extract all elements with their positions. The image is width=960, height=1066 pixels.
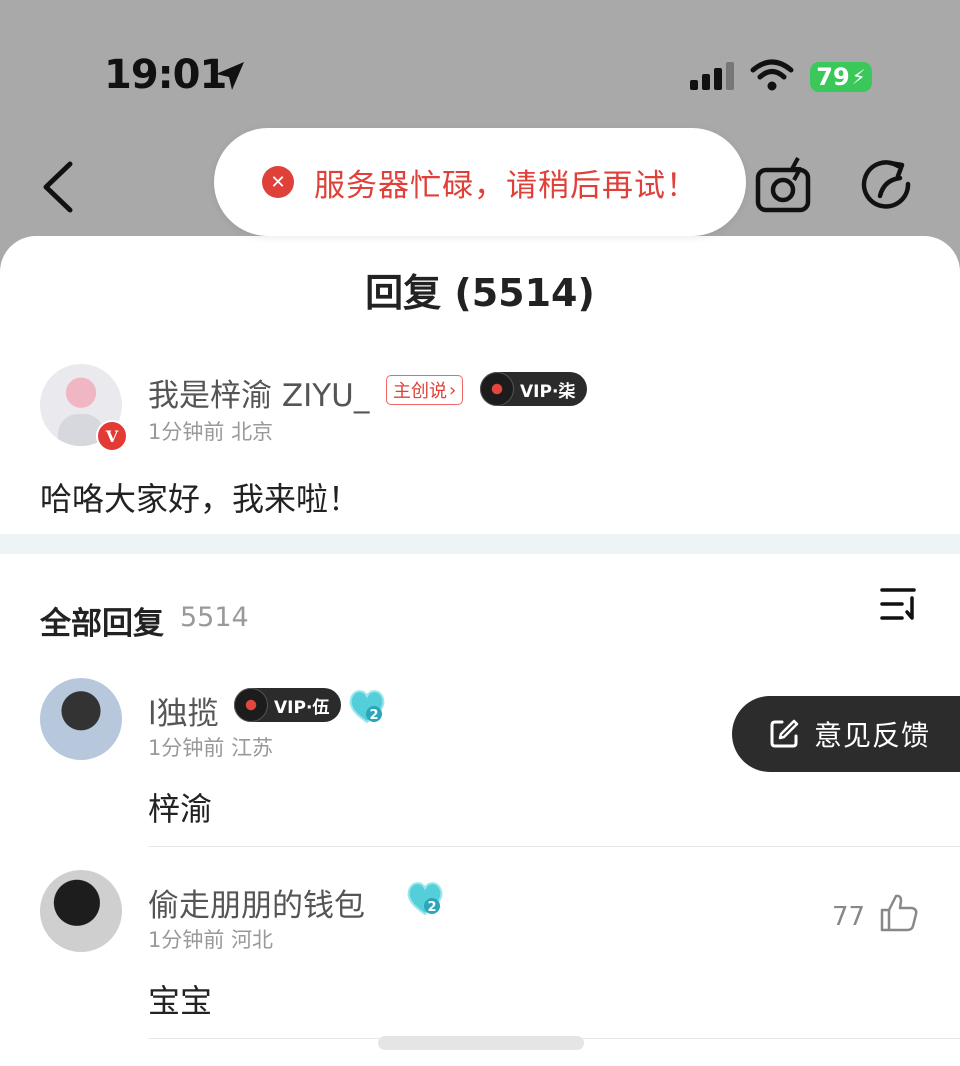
sort-icon[interactable] xyxy=(878,584,922,624)
toast-message: 服务器忙碌，请稍后再试！ xyxy=(314,167,698,204)
avatar[interactable] xyxy=(40,678,122,760)
post-meta: 1分钟前 北京 xyxy=(148,416,273,446)
row-divider xyxy=(148,846,960,847)
thumbs-up-icon[interactable] xyxy=(878,892,920,934)
vinyl-disc-icon xyxy=(234,688,268,722)
creator-tag[interactable]: 主创说 › xyxy=(386,375,464,405)
fan-level-heart-icon: 2 xyxy=(407,882,443,916)
cellular-signal-icon xyxy=(690,62,734,90)
battery-indicator: 79 ⚡ xyxy=(810,62,872,92)
avatar[interactable] xyxy=(40,870,122,952)
camera-icon[interactable] xyxy=(754,156,814,214)
post-time: 1分钟前 xyxy=(148,420,225,444)
error-icon: ✕ xyxy=(262,166,294,198)
feedback-button[interactable]: 意见反馈 xyxy=(732,696,960,772)
vinyl-disc-icon xyxy=(480,372,514,406)
feedback-label: 意见反馈 xyxy=(814,719,931,752)
reply-content: 宝宝 xyxy=(148,982,213,1020)
vip-badge: VIP·柒 xyxy=(480,372,588,406)
reply-location: 河北 xyxy=(231,928,274,952)
all-replies-label: 全部回复 xyxy=(40,606,164,642)
battery-level: 79 xyxy=(816,63,850,91)
error-toast: ✕ 服务器忙碌，请稍后再试！ xyxy=(214,128,746,236)
fan-level-heart-icon: 2 xyxy=(349,690,385,724)
fan-level-number: 2 xyxy=(427,900,436,915)
verified-badge: V xyxy=(96,420,128,452)
charging-bolt-icon: ⚡ xyxy=(851,65,866,89)
creator-tag-label: 主创说 xyxy=(393,381,447,402)
location-arrow-icon xyxy=(216,62,244,90)
reply-author[interactable]: l独揽 xyxy=(148,688,219,733)
reply-author[interactable]: 偷走朋朋的钱包 xyxy=(148,880,365,925)
vip-badge: VIP·伍 xyxy=(234,688,342,722)
status-time: 19:01 xyxy=(104,52,227,98)
back-icon[interactable] xyxy=(38,158,78,216)
sheet-title: 回复 (5514) xyxy=(365,271,595,315)
reply-location: 江苏 xyxy=(231,736,274,760)
post-author[interactable]: 我是梓渝 ZIYU_ xyxy=(148,370,369,415)
edit-icon xyxy=(770,719,799,748)
post-content: 哈咯大家好，我来啦！ xyxy=(40,480,361,518)
share-icon[interactable] xyxy=(860,156,920,216)
reply-time: 1分钟前 xyxy=(148,736,225,760)
vip-label: VIP·伍 xyxy=(274,697,330,718)
fan-level-number: 2 xyxy=(369,708,378,723)
like-count: 77 xyxy=(832,902,866,932)
post-location: 北京 xyxy=(231,420,274,444)
reply-content: 梓渝 xyxy=(148,790,213,828)
reply-time: 1分钟前 xyxy=(148,928,225,952)
reply-meta: 1分钟前 江苏 xyxy=(148,732,273,762)
chevron-right-icon: › xyxy=(449,379,457,401)
all-replies-count: 5514 xyxy=(180,602,249,633)
reply-sheet: 回复 (5514) V 我是梓渝 ZIYU_ 主创说 › VIP·柒 1分钟前 … xyxy=(0,236,960,1066)
home-indicator[interactable] xyxy=(378,1036,584,1050)
wifi-icon xyxy=(750,59,794,91)
vip-label: VIP·柒 xyxy=(520,381,576,402)
section-divider xyxy=(0,534,960,554)
reply-meta: 1分钟前 河北 xyxy=(148,924,273,954)
